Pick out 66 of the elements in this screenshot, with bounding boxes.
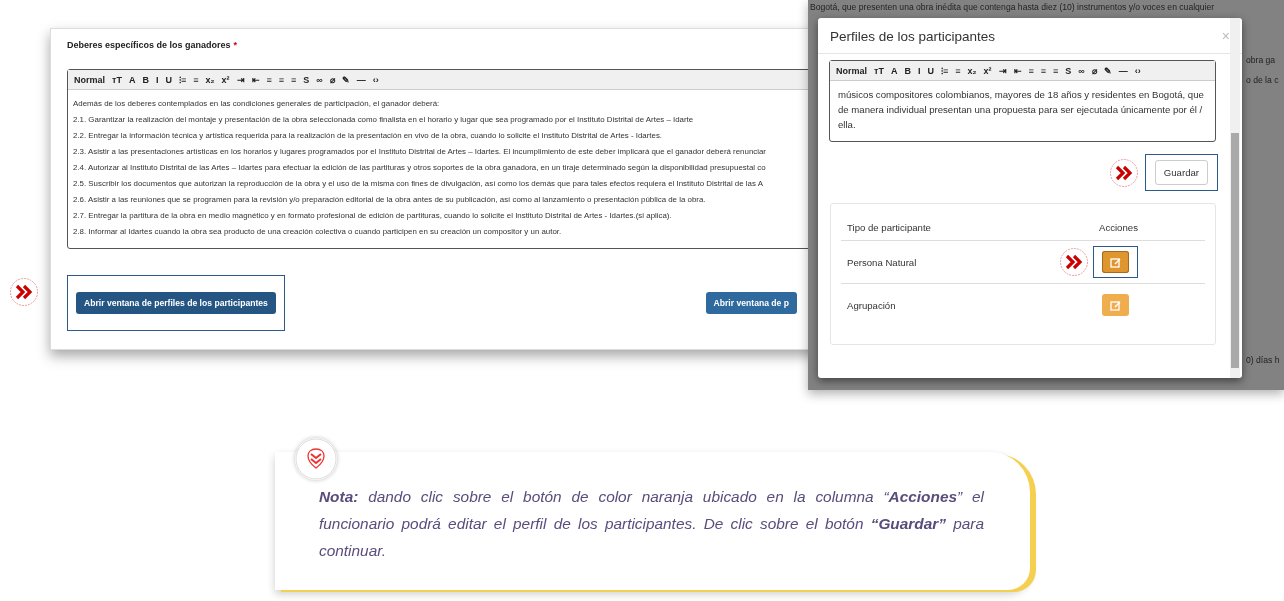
toolbar-button[interactable]: ᴛT xyxy=(112,74,122,85)
toolbar-button[interactable]: ⌀ xyxy=(1091,65,1097,76)
edit-button[interactable] xyxy=(1102,251,1129,273)
open-profiles-button[interactable]: Abrir ventana de perfiles de los participantes xyxy=(76,292,276,314)
toolbar-button[interactable]: x² xyxy=(983,65,992,76)
toolbar-button[interactable]: ≡ xyxy=(193,74,199,85)
double-chevron-icon xyxy=(9,277,39,307)
background-text: 0) días h xyxy=(1246,355,1280,365)
toolbar-button[interactable]: ≡ xyxy=(291,74,297,85)
column-header: Tipo de participante xyxy=(847,221,932,233)
table-cell-text: Persona Natural xyxy=(847,256,918,268)
toolbar-button[interactable]: U xyxy=(927,65,934,76)
toolbar-button[interactable]: ‹› xyxy=(372,74,379,85)
toolbar-button[interactable]: ✎ xyxy=(1103,65,1112,76)
column-header: Acciones xyxy=(1099,221,1139,233)
toolbar-button[interactable]: U xyxy=(165,74,172,85)
toolbar-button[interactable]: — xyxy=(1118,65,1128,76)
toolbar-button[interactable]: x² xyxy=(221,74,230,85)
background-text: Bogotá, que presenten una obra inédita que contenga hasta diez (10) instrumentos y/o voces en cualquier xyxy=(810,2,1215,12)
editor-text: músicos compositores colombianos, mayores de 18 años y residentes en Bogotá, que de manera individual presentan una propuesta para ser ejecutada únicamente por él / ella. xyxy=(837,88,1205,132)
toolbar-button[interactable]: ‹› xyxy=(1134,65,1141,76)
toolbar-button[interactable]: ≡ xyxy=(1028,65,1034,76)
toolbar-button[interactable]: I xyxy=(155,74,159,85)
toolbar-button[interactable]: ≡ xyxy=(955,65,961,76)
toolbar-button[interactable]: ⇥ xyxy=(998,65,1007,76)
toolbar-button[interactable]: ≡ xyxy=(278,74,285,85)
toolbar-button[interactable]: x₂ xyxy=(967,65,977,76)
toolbar-button[interactable]: ✎ xyxy=(341,74,350,85)
required-mark: * xyxy=(233,40,238,50)
toolbar-button[interactable]: ⇤ xyxy=(1013,65,1022,76)
scrollbar[interactable] xyxy=(1230,18,1240,378)
format-dropdown[interactable]: Normal xyxy=(74,74,105,85)
toolbar-button[interactable]: ≡ xyxy=(1040,65,1047,76)
toolbar-button[interactable]: — xyxy=(356,74,366,85)
toolbar-button[interactable]: I xyxy=(917,65,921,76)
table-cell-text: Agrupación xyxy=(847,299,897,311)
toolbar-button[interactable]: ≡ xyxy=(266,74,272,85)
toolbar-button[interactable]: ∞ xyxy=(1078,65,1085,76)
edit-icon xyxy=(1110,256,1121,268)
toolbar-button[interactable]: ⇥ xyxy=(236,74,245,85)
toolbar-button[interactable]: S xyxy=(1065,65,1072,76)
edit-icon xyxy=(1110,299,1121,311)
toolbar-button[interactable]: B xyxy=(904,65,911,76)
toolbar-button[interactable]: ≡ xyxy=(1053,65,1059,76)
double-chevron-icon xyxy=(1108,157,1139,188)
background-text: obra ga xyxy=(1246,55,1276,65)
toolbar-button[interactable]: S xyxy=(303,74,310,85)
toolbar-button[interactable]: x₂ xyxy=(205,74,215,85)
toolbar-button[interactable]: ⁝≡ xyxy=(178,73,187,86)
toolbar-button[interactable]: A xyxy=(890,65,898,76)
modal-title: Perfiles de los participantes xyxy=(830,28,996,44)
toolbar-button[interactable]: ᴛT xyxy=(874,65,884,76)
rich-text-editor[interactable] xyxy=(829,60,1216,142)
format-dropdown[interactable]: Normal xyxy=(836,65,867,76)
double-chevron-icon xyxy=(1059,247,1089,277)
background-text: o de la c xyxy=(1246,75,1279,85)
toolbar-button[interactable]: A xyxy=(128,74,136,85)
toolbar-button[interactable]: ⇤ xyxy=(251,74,260,85)
save-button[interactable]: Guardar xyxy=(1154,160,1208,185)
toolbar-button[interactable]: ⁝≡ xyxy=(940,64,949,77)
field-label: Deberes específicos de los ganadores xyxy=(67,40,231,50)
toolbar-button[interactable]: ⌀ xyxy=(329,74,335,85)
open-profiles-button[interactable]: Abrir ventana de p xyxy=(705,292,797,314)
toolbar-button[interactable]: ∞ xyxy=(316,74,323,85)
toolbar-button[interactable]: B xyxy=(142,74,149,85)
note-text: Nota: dando clic sobre el botón de color naranja ubicado en la columna “Acciones” el funcionario podrá editar el perfil de los participantes. De clic sobre el botón “Guardar” para continuar. xyxy=(319,487,984,561)
